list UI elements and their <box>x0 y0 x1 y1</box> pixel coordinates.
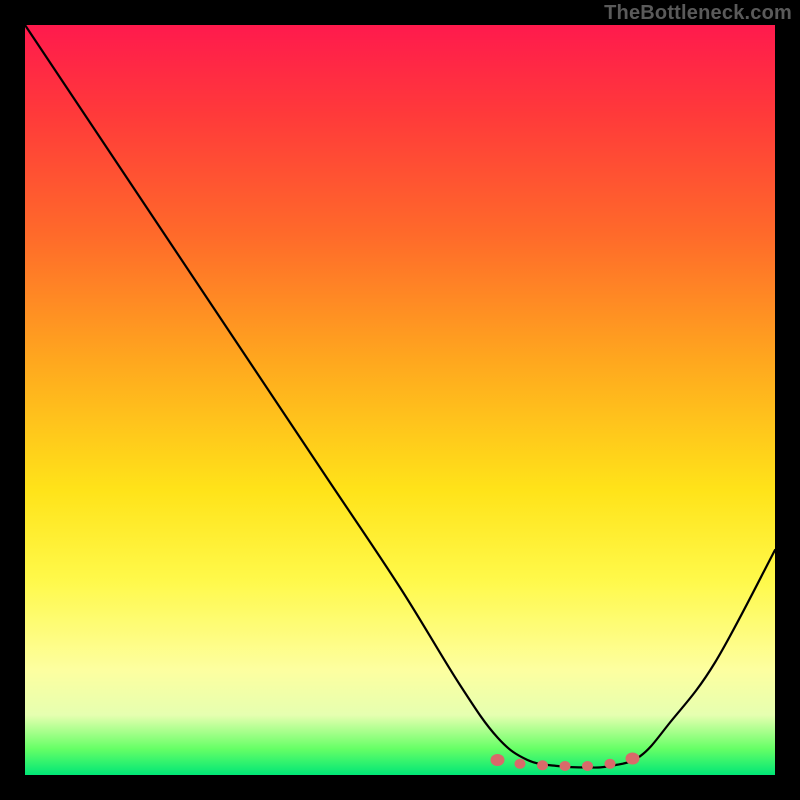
minimum-marker <box>515 759 526 769</box>
chart-svg <box>25 25 775 775</box>
minimum-marker <box>626 753 640 765</box>
minimum-marker <box>605 759 616 769</box>
chart-stage: TheBottleneck.com <box>0 0 800 800</box>
chart-plot-area <box>25 25 775 775</box>
bottleneck-curve <box>25 25 775 768</box>
watermark-text: TheBottleneck.com <box>604 2 792 25</box>
minimum-marker <box>537 760 548 770</box>
minimum-markers-group <box>491 753 640 772</box>
minimum-marker <box>560 761 571 771</box>
minimum-marker <box>491 754 505 766</box>
minimum-marker <box>582 761 593 771</box>
